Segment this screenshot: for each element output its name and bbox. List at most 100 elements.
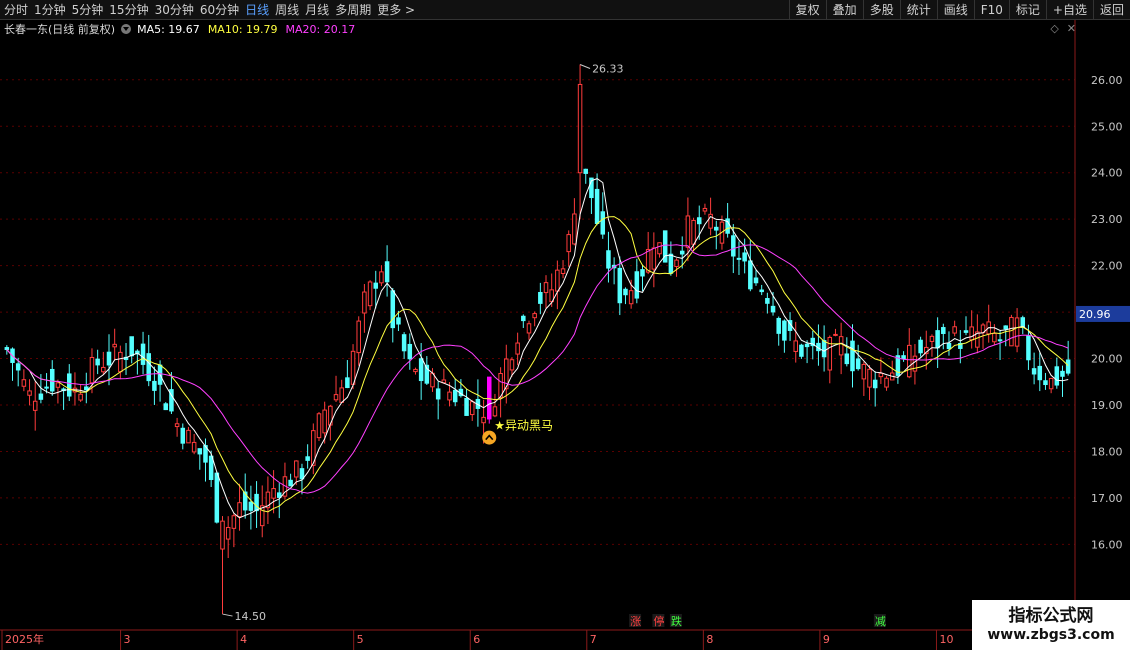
candle-body bbox=[1054, 366, 1060, 386]
candle-body bbox=[197, 448, 203, 455]
candle-body bbox=[163, 403, 169, 411]
candle-body bbox=[78, 393, 83, 401]
candle-body bbox=[15, 363, 21, 371]
candle-body bbox=[861, 363, 867, 380]
candle-body bbox=[685, 215, 691, 248]
candle-body bbox=[623, 288, 628, 296]
candle-body bbox=[390, 290, 396, 329]
candle-body bbox=[952, 326, 957, 334]
high-pointer bbox=[579, 64, 591, 69]
candle-body bbox=[509, 359, 515, 371]
month-label: 5 bbox=[357, 633, 364, 646]
month-label: 7 bbox=[590, 633, 597, 646]
candle-body bbox=[367, 281, 373, 307]
candle-body bbox=[435, 388, 441, 400]
candle-body bbox=[606, 250, 611, 269]
y-tick-label: 16.00 bbox=[1091, 538, 1123, 551]
candle-body bbox=[1014, 317, 1020, 347]
y-tick-label: 23.00 bbox=[1091, 213, 1123, 226]
event-marker: 涨 bbox=[630, 615, 641, 628]
candle-body bbox=[696, 217, 702, 225]
candle-body bbox=[543, 282, 549, 294]
candle-body bbox=[657, 242, 662, 255]
candle-body bbox=[640, 269, 645, 277]
candle-body bbox=[668, 253, 674, 274]
candle-body bbox=[742, 252, 747, 262]
candle-body bbox=[174, 423, 180, 428]
candle-body bbox=[362, 291, 367, 314]
candle-body bbox=[566, 234, 571, 253]
candle-body bbox=[84, 386, 89, 391]
candle-body bbox=[992, 332, 997, 343]
candle-body bbox=[129, 336, 134, 357]
candle-body bbox=[140, 343, 146, 365]
candle-body bbox=[560, 268, 566, 274]
candle-body bbox=[918, 339, 923, 354]
candle-body bbox=[884, 377, 889, 388]
high-price-label: 26.33 bbox=[592, 62, 624, 75]
candle-body bbox=[373, 282, 379, 289]
low-pointer bbox=[222, 613, 233, 617]
candle-body bbox=[333, 394, 339, 401]
month-label: 8 bbox=[706, 633, 713, 646]
candle-body bbox=[929, 335, 935, 342]
candle-body bbox=[827, 336, 833, 371]
candle-body bbox=[55, 382, 61, 388]
candle-body bbox=[339, 387, 344, 403]
candle-body bbox=[833, 333, 838, 336]
candle-body bbox=[651, 247, 657, 270]
candle-body bbox=[67, 373, 72, 397]
candle-body bbox=[254, 493, 259, 512]
y-tick-label: 26.00 bbox=[1091, 74, 1123, 87]
watermark-url: www.zbgs3.com bbox=[987, 626, 1115, 643]
candle-body bbox=[288, 479, 293, 487]
signal-annotation: ★异动黑马 bbox=[494, 419, 553, 433]
candle-body bbox=[941, 327, 946, 334]
y-tick-label: 17.00 bbox=[1091, 492, 1123, 505]
candle-body bbox=[583, 168, 589, 174]
candle-body bbox=[935, 330, 940, 349]
candle-body bbox=[901, 355, 906, 360]
candle-body bbox=[32, 400, 38, 411]
candle-body bbox=[878, 372, 884, 378]
candle-body bbox=[186, 429, 191, 444]
candle-body bbox=[1048, 377, 1054, 390]
candle-body bbox=[1065, 359, 1071, 374]
kline-chart[interactable]: 16.0017.0018.0019.0020.0021.0022.0023.00… bbox=[0, 0, 1130, 650]
watermark: 指标公式网 www.zbgs3.com bbox=[972, 600, 1130, 650]
candle-body bbox=[765, 298, 770, 304]
candle-body bbox=[106, 351, 112, 366]
candle-body bbox=[691, 219, 696, 245]
y-tick-label: 20.00 bbox=[1091, 353, 1123, 366]
candle-body bbox=[628, 290, 634, 305]
month-label: 3 bbox=[124, 633, 131, 646]
candle-body bbox=[594, 188, 600, 224]
candle-body bbox=[469, 401, 475, 416]
candle-body bbox=[396, 317, 401, 325]
candle-body bbox=[27, 390, 32, 396]
candle-body bbox=[532, 313, 537, 319]
candle-body bbox=[481, 416, 486, 424]
candle-body bbox=[452, 389, 458, 403]
month-label: 6 bbox=[473, 633, 480, 646]
event-marker: 跌 bbox=[671, 614, 682, 628]
candle-body bbox=[946, 342, 952, 350]
month-label: 9 bbox=[823, 633, 830, 646]
month-label: 4 bbox=[240, 633, 247, 646]
candle-body bbox=[345, 377, 350, 389]
candle-body bbox=[555, 269, 560, 292]
candle-body bbox=[736, 257, 742, 260]
event-marker: 停 bbox=[653, 614, 664, 628]
y-tick-label: 19.00 bbox=[1091, 399, 1123, 412]
candle-body bbox=[617, 267, 623, 304]
candle-body bbox=[748, 260, 753, 290]
candle-body bbox=[486, 376, 492, 420]
candle-body bbox=[521, 315, 526, 322]
candle-body bbox=[702, 207, 708, 212]
candle-body bbox=[49, 368, 55, 392]
candle-body bbox=[731, 235, 736, 257]
candle-body bbox=[526, 323, 532, 334]
candle-body bbox=[714, 226, 719, 231]
candle-body bbox=[634, 271, 640, 299]
candle-body bbox=[759, 289, 764, 293]
